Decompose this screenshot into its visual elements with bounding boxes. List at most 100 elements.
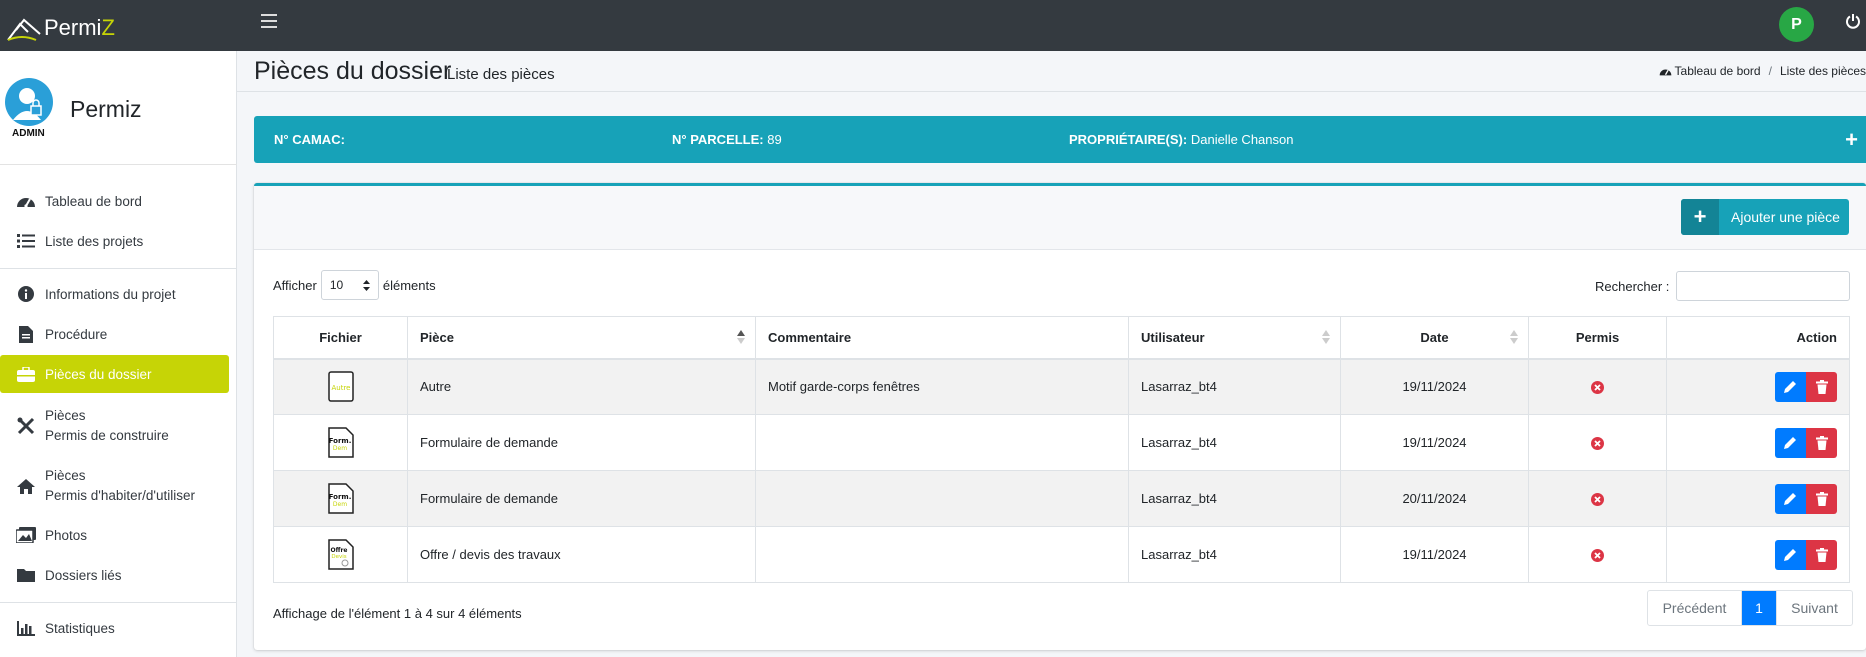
user-avatar[interactable]: P bbox=[1779, 7, 1814, 42]
user-avatar-icon[interactable] bbox=[5, 78, 53, 126]
breadcrumb-current: Liste des pièces bbox=[1779, 64, 1866, 78]
sidebar-item-pieces-permis-habiter[interactable]: Pièces Permis d'habiter/d'utiliser bbox=[0, 463, 229, 509]
sidebar-item-dossiers-lies[interactable]: Dossiers liés bbox=[0, 560, 229, 590]
col-piece[interactable]: Pièce bbox=[407, 316, 756, 360]
add-piece-button[interactable]: + Ajouter une pièce bbox=[1681, 199, 1849, 235]
table-row[interactable]: Autre Autre Motif garde-corps fenêtres L… bbox=[273, 358, 1850, 415]
sidebar-item-pieces-permis-de-construire[interactable]: Pièces Permis de construire bbox=[0, 403, 229, 449]
delete-button[interactable] bbox=[1806, 483, 1837, 514]
file-icon bbox=[16, 324, 36, 344]
house-logo-icon bbox=[7, 18, 41, 41]
permis-cell bbox=[1528, 358, 1667, 415]
search-control: Rechercher : bbox=[1595, 271, 1851, 301]
sort-asc-icon bbox=[737, 330, 745, 344]
sidebar-item-liste-des-projets[interactable]: Liste des projets bbox=[0, 226, 229, 256]
table-row[interactable]: Form. Dem Formulaire de demande Lasarraz_… bbox=[273, 470, 1850, 527]
power-icon[interactable] bbox=[1845, 13, 1861, 29]
sidebar: ADMIN Permiz Tableau de bord Liste des p… bbox=[0, 51, 237, 657]
plus-icon: + bbox=[1681, 199, 1719, 235]
chart-bar-icon bbox=[16, 618, 36, 638]
svg-text:Form.: Form. bbox=[328, 493, 351, 501]
tachometer-icon bbox=[16, 191, 36, 211]
piece-cell: Offre / devis des travaux bbox=[407, 526, 756, 583]
brand-name: PermiZ bbox=[44, 15, 115, 40]
svg-text:Autre: Autre bbox=[331, 384, 350, 392]
col-commentaire[interactable]: Commentaire bbox=[755, 316, 1129, 360]
comment-cell bbox=[755, 526, 1129, 583]
col-utilisateur[interactable]: Utilisateur bbox=[1128, 316, 1341, 360]
pagination-previous[interactable]: Précédent bbox=[1648, 591, 1742, 625]
delete-button[interactable] bbox=[1806, 371, 1837, 402]
sidebar-item-pieces-du-dossier[interactable]: Pièces du dossier bbox=[0, 355, 229, 393]
sidebar-item-procedure[interactable]: Procédure bbox=[0, 319, 229, 349]
file-cell[interactable]: Form. Dem bbox=[273, 470, 408, 527]
edit-button[interactable] bbox=[1775, 483, 1806, 514]
delete-button[interactable] bbox=[1806, 427, 1837, 458]
sidebar-item-statistiques[interactable]: Statistiques bbox=[0, 613, 229, 643]
file-cell[interactable]: Offre Devis bbox=[273, 526, 408, 583]
date-cell: 19/11/2024 bbox=[1340, 358, 1529, 415]
table-row[interactable]: Form. Dem Formulaire de demande Lasarraz_… bbox=[273, 414, 1850, 471]
brand-logo[interactable]: PermiZ bbox=[6, 6, 115, 42]
edit-button[interactable] bbox=[1775, 371, 1806, 402]
sidebar-item-photos[interactable]: Photos bbox=[0, 520, 229, 550]
parcelle-field: N° PARCELLE: 89 bbox=[672, 132, 782, 147]
x-circle-icon bbox=[1591, 549, 1604, 563]
edit-button[interactable] bbox=[1775, 539, 1806, 570]
x-circle-icon bbox=[1591, 437, 1604, 451]
table-info: Affichage de l'élément 1 à 4 sur 4 éléme… bbox=[273, 606, 522, 621]
action-cell bbox=[1666, 358, 1850, 415]
card-header: + Ajouter une pièce bbox=[254, 186, 1866, 250]
x-circle-icon bbox=[1591, 381, 1604, 395]
sidebar-item-informations-du-projet[interactable]: Informations du projet bbox=[0, 279, 229, 309]
file-cell[interactable]: Autre bbox=[273, 358, 408, 415]
action-cell bbox=[1666, 526, 1850, 583]
document-offre-devis-icon: OffreDevis bbox=[327, 539, 354, 570]
comment-cell: Motif garde-corps fenêtres bbox=[755, 358, 1129, 415]
document-form-dem-icon: Form.Dem bbox=[327, 427, 354, 458]
date-cell: 19/11/2024 bbox=[1340, 414, 1529, 471]
pagination: Précédent 1 Suivant bbox=[1647, 590, 1853, 626]
project-info-bar: N° CAMAC: N° PARCELLE: 89 PROPRIÉTAIRE(S… bbox=[254, 116, 1866, 163]
user-cell: Lasarraz_bt4 bbox=[1128, 414, 1341, 471]
expand-plus-icon[interactable]: + bbox=[1845, 127, 1858, 153]
svg-text:Offre: Offre bbox=[330, 547, 347, 554]
col-date[interactable]: Date bbox=[1340, 316, 1529, 360]
comment-cell bbox=[755, 470, 1129, 527]
action-cell bbox=[1666, 414, 1850, 471]
sidebar-divider bbox=[0, 268, 237, 269]
col-fichier[interactable]: Fichier bbox=[273, 316, 408, 360]
col-permis[interactable]: Permis bbox=[1528, 316, 1667, 360]
pagination-next[interactable]: Suivant bbox=[1776, 591, 1852, 625]
edit-button[interactable] bbox=[1775, 427, 1806, 458]
folder-icon bbox=[16, 565, 36, 585]
header-divider bbox=[237, 91, 1866, 92]
trash-icon bbox=[1815, 435, 1828, 450]
images-icon bbox=[16, 525, 36, 545]
permis-cell bbox=[1528, 470, 1667, 527]
sidebar-divider bbox=[0, 602, 237, 603]
user-panel: ADMIN Permiz bbox=[0, 51, 237, 165]
document-form-dem-icon: Form.Dem bbox=[327, 483, 354, 514]
trash-icon bbox=[1815, 491, 1828, 506]
info-circle-icon bbox=[16, 284, 36, 304]
table-row[interactable]: Offre Devis Offre / devis des travaux Las… bbox=[273, 526, 1850, 583]
breadcrumb-home-link[interactable]: Tableau de bord bbox=[1675, 64, 1761, 78]
document-autre-icon: Autre bbox=[327, 371, 354, 402]
sidebar-item-tableau-de-bord[interactable]: Tableau de bord bbox=[0, 186, 229, 216]
date-cell: 20/11/2024 bbox=[1340, 470, 1529, 527]
comment-cell bbox=[755, 414, 1129, 471]
top-navbar: PermiZ P bbox=[0, 0, 1866, 51]
search-input[interactable] bbox=[1676, 271, 1851, 301]
list-icon bbox=[16, 231, 36, 251]
delete-button[interactable] bbox=[1806, 539, 1837, 570]
user-role: ADMIN bbox=[12, 128, 45, 139]
permis-cell bbox=[1528, 526, 1667, 583]
x-circle-icon bbox=[1591, 493, 1604, 507]
pieces-card: + Ajouter une pièce Afficher 10 éléments… bbox=[254, 183, 1866, 650]
file-cell[interactable]: Form. Dem bbox=[273, 414, 408, 471]
user-cell: Lasarraz_bt4 bbox=[1128, 358, 1341, 415]
pagination-page-1[interactable]: 1 bbox=[1742, 591, 1776, 625]
menu-toggle-icon[interactable] bbox=[261, 14, 277, 28]
page-length-select[interactable]: 10 bbox=[320, 270, 379, 300]
